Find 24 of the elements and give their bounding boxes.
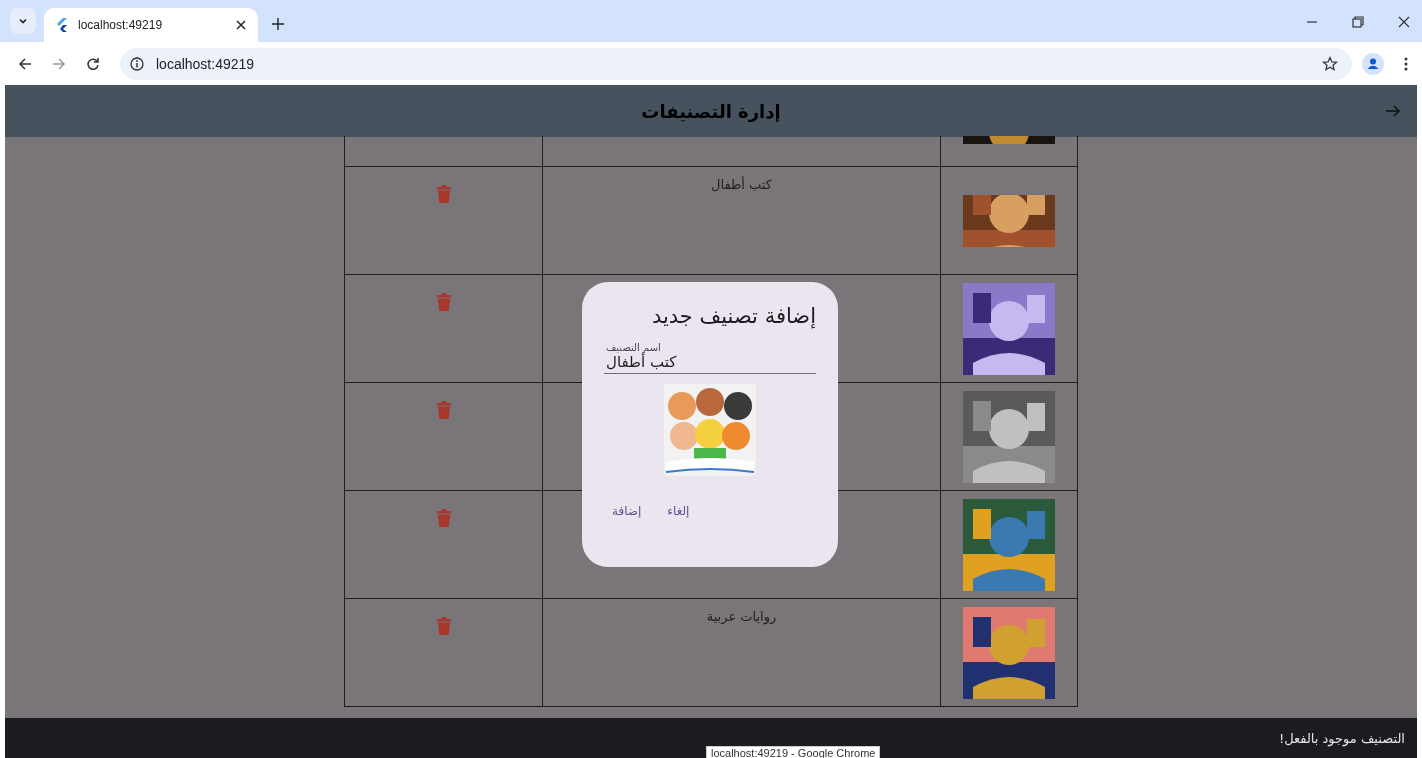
page-title: إدارة التصنيفات xyxy=(641,100,781,122)
reload-icon[interactable] xyxy=(86,56,100,71)
menu-icon[interactable] xyxy=(1404,56,1408,71)
cancel-button[interactable]: إلغاء xyxy=(659,500,698,522)
chevron-down-icon xyxy=(18,16,28,26)
category-name: كتب أطفال xyxy=(711,177,772,194)
back-icon[interactable] xyxy=(18,56,32,71)
info-icon xyxy=(130,56,144,71)
star-icon[interactable] xyxy=(1322,55,1338,72)
profile-icon[interactable] xyxy=(1362,52,1384,75)
dialog-title: إضافة تصنيف جديد xyxy=(651,304,816,328)
category-name-field[interactable]: اسم التصنيف كتب أطفال xyxy=(604,342,816,374)
new-tab-icon[interactable] xyxy=(272,18,284,30)
tab-title: localhost:49219 xyxy=(78,18,164,32)
close-icon[interactable] xyxy=(236,20,246,30)
address-bar[interactable]: localhost:49219 xyxy=(120,47,1352,80)
add-button[interactable]: إضافة xyxy=(604,500,650,522)
browser-tab[interactable]: localhost:49219 xyxy=(44,8,258,42)
forward-icon[interactable] xyxy=(52,56,66,71)
restore-icon[interactable] xyxy=(1352,16,1364,28)
snackbar-message: التصنيف موجود بالفعل! xyxy=(1279,730,1405,746)
category-name: روايات عربية xyxy=(706,609,777,627)
flutter-logo-icon xyxy=(56,18,68,32)
close-icon[interactable] xyxy=(1398,16,1410,28)
